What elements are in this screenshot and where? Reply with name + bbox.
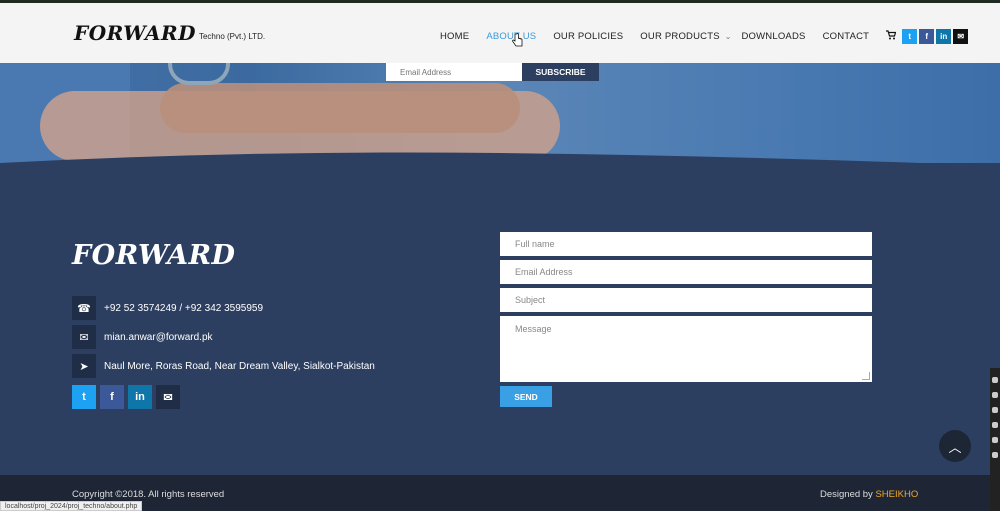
envelope-icon: ✉ bbox=[72, 325, 96, 349]
site-header: FORWARD Techno (Pvt.) LTD. HOME ABOUT US… bbox=[0, 0, 1000, 63]
address-text: Naul More, Roras Road, Near Dream Valley… bbox=[104, 360, 375, 372]
footer-socials: t f in ✉ bbox=[72, 385, 184, 409]
send-button[interactable]: SEND bbox=[500, 386, 552, 407]
scroll-to-top-button[interactable]: ︿ bbox=[939, 430, 971, 462]
twitter-icon[interactable]: t bbox=[72, 385, 96, 409]
designer-link[interactable]: SHEIKHO bbox=[875, 489, 918, 500]
linkedin-icon[interactable]: in bbox=[128, 385, 152, 409]
status-bar-url: localhost/proj_2024/proj_techno/about.ph… bbox=[0, 501, 143, 511]
full-name-field[interactable]: Full name bbox=[500, 232, 872, 256]
facebook-icon[interactable]: f bbox=[100, 385, 124, 409]
logo-subtitle: Techno (Pvt.) LTD. bbox=[198, 32, 266, 41]
phone-text: +92 52 3574249 / +92 342 3595959 bbox=[104, 302, 264, 314]
contact-email: ✉ mian.anwar@forward.pk bbox=[72, 325, 213, 349]
message-field[interactable]: Message bbox=[500, 316, 872, 382]
contact-address: ➤ Naul More, Roras Road, Near Dream Vall… bbox=[72, 354, 375, 378]
copyright-text: Copyright ©2018. All rights reserved bbox=[72, 489, 225, 500]
subscribe-form: SUBSCRIBE bbox=[386, 63, 599, 81]
email-icon[interactable]: ✉ bbox=[953, 28, 969, 44]
chevron-down-icon[interactable]: ⌄ bbox=[725, 32, 732, 41]
tool-icon[interactable] bbox=[992, 422, 998, 428]
hand-cursor-icon bbox=[512, 33, 523, 47]
footer-main: FORWARD ☎ +92 52 3574249 / +92 342 35959… bbox=[0, 170, 1000, 475]
nav-contact[interactable]: CONTACT bbox=[823, 31, 870, 42]
bottom-bar: Copyright ©2018. All rights reserved Des… bbox=[0, 475, 1000, 511]
tool-icon[interactable] bbox=[992, 452, 998, 458]
tool-icon[interactable] bbox=[992, 437, 998, 443]
side-toolbar bbox=[990, 368, 1000, 511]
cart-icon[interactable] bbox=[886, 27, 897, 45]
footer-logo: FORWARD bbox=[72, 240, 236, 271]
facebook-icon[interactable]: f bbox=[919, 28, 935, 44]
nav-our-products[interactable]: OUR PRODUCTS bbox=[640, 31, 719, 42]
linkedin-icon[interactable]: in bbox=[936, 28, 952, 44]
phone-icon: ☎ bbox=[72, 296, 96, 320]
email-field[interactable]: Email Address bbox=[500, 260, 872, 284]
resize-handle-icon[interactable] bbox=[862, 372, 870, 380]
tool-icon[interactable] bbox=[992, 392, 998, 398]
location-arrow-icon: ➤ bbox=[72, 354, 96, 378]
logo-word: FORWARD bbox=[74, 21, 196, 45]
hero-arm bbox=[160, 83, 520, 133]
nav-downloads[interactable]: DOWNLOADS bbox=[741, 31, 805, 42]
nav-our-policies[interactable]: OUR POLICIES bbox=[553, 31, 623, 42]
designed-by: Designed by SHEIKHO bbox=[820, 489, 918, 500]
tool-icon[interactable] bbox=[992, 407, 998, 413]
header-logo[interactable]: FORWARD Techno (Pvt.) LTD. bbox=[74, 21, 265, 45]
contact-form: Full name Email Address Subject Message … bbox=[500, 232, 872, 407]
subscribe-button[interactable]: SUBSCRIBE bbox=[522, 63, 599, 81]
twitter-icon[interactable]: t bbox=[902, 28, 918, 44]
email-icon[interactable]: ✉ bbox=[156, 385, 180, 409]
nav-home[interactable]: HOME bbox=[440, 31, 469, 42]
subject-field[interactable]: Subject bbox=[500, 288, 872, 312]
message-placeholder: Message bbox=[515, 324, 552, 334]
chevron-up-icon: ︿ bbox=[948, 439, 962, 455]
email-text: mian.anwar@forward.pk bbox=[104, 331, 213, 343]
designed-by-label: Designed by bbox=[820, 489, 876, 500]
hero-wave-divider bbox=[0, 152, 1000, 170]
tool-icon[interactable] bbox=[992, 377, 998, 383]
contact-phone: ☎ +92 52 3574249 / +92 342 3595959 bbox=[72, 296, 263, 320]
subscribe-email-input[interactable] bbox=[386, 63, 522, 81]
stethoscope-shape bbox=[168, 63, 230, 85]
